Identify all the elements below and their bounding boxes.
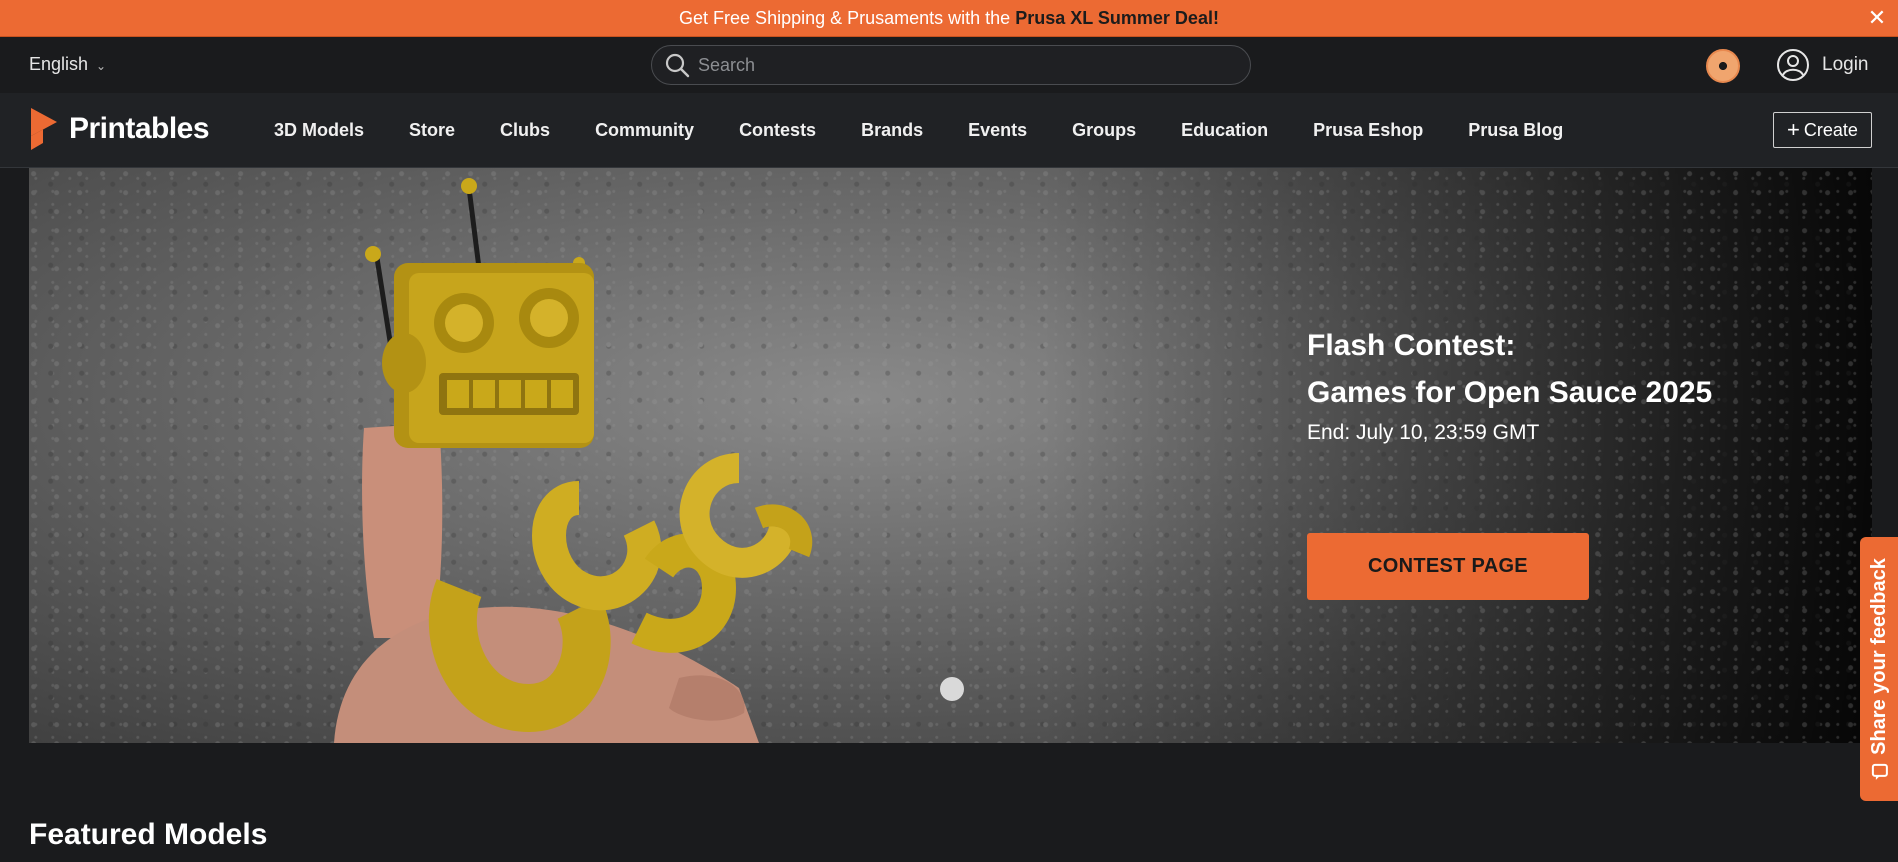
printables-logo-icon <box>31 108 57 150</box>
main-navbar: Printables 3D Models Store Clubs Communi… <box>0 93 1898 168</box>
plus-icon: + <box>1787 117 1800 142</box>
feedback-label: Share your feedback <box>1867 557 1890 755</box>
brand-name: Printables <box>69 112 210 145</box>
nav-item-prusa-blog[interactable]: Prusa Blog <box>1468 120 1563 141</box>
user-badge-icon[interactable] <box>1706 49 1740 83</box>
search-icon <box>665 53 690 78</box>
contest-page-button[interactable]: CONTEST PAGE <box>1307 533 1589 600</box>
nav-item-groups[interactable]: Groups <box>1072 120 1136 141</box>
top-bar: English ⌄ Login <box>0 37 1898 93</box>
hero-image <box>334 178 813 743</box>
featured-models-heading: Featured Models <box>29 818 268 851</box>
nav-item-prusa-eshop[interactable]: Prusa Eshop <box>1313 120 1423 141</box>
create-label: Create <box>1803 119 1858 140</box>
nav-menu: 3D Models Store Clubs Community Contests… <box>274 93 1563 168</box>
carousel-dot[interactable] <box>940 677 964 701</box>
printables-logo[interactable]: Printables <box>29 106 210 152</box>
nav-item-store[interactable]: Store <box>409 120 455 141</box>
nav-item-clubs[interactable]: Clubs <box>500 120 550 141</box>
chevron-down-icon: ⌄ <box>96 58 107 73</box>
promo-banner: Get Free Shipping & Prusaments with the … <box>0 0 1898 37</box>
promo-link[interactable]: Prusa XL Summer Deal! <box>1015 8 1219 29</box>
create-button[interactable]: + Create <box>1773 112 1872 148</box>
nav-item-3d-models[interactable]: 3D Models <box>274 120 364 141</box>
close-icon[interactable]: ✕ <box>1866 5 1888 30</box>
feedback-tab[interactable]: Share your feedback <box>1860 537 1898 801</box>
nav-item-education[interactable]: Education <box>1181 120 1268 141</box>
language-label: English <box>29 54 89 74</box>
login-button[interactable]: Login <box>1776 46 1869 84</box>
nav-item-community[interactable]: Community <box>595 120 694 141</box>
hero-text-block: Flash Contest: Games for Open Sauce 2025… <box>1307 328 1727 445</box>
user-icon <box>1777 49 1809 81</box>
nav-item-contests[interactable]: Contests <box>739 120 816 141</box>
hero-end-date: End: July 10, 23:59 GMT <box>1307 421 1540 444</box>
nav-item-events[interactable]: Events <box>968 120 1027 141</box>
hero-banner[interactable]: Flash Contest: Games for Open Sauce 2025… <box>29 168 1872 743</box>
hero-title: Games for Open Sauce 2025 <box>1307 376 1713 409</box>
language-selector[interactable]: English ⌄ <box>29 54 106 75</box>
search-input[interactable] <box>698 54 1238 76</box>
login-label: Login <box>1822 54 1869 75</box>
search-bar[interactable] <box>651 45 1251 85</box>
nav-item-brands[interactable]: Brands <box>861 120 923 141</box>
hero-kicker: Flash Contest: <box>1307 329 1516 362</box>
feedback-icon <box>1871 763 1887 780</box>
promo-text: Get Free Shipping & Prusaments with the <box>679 7 1011 28</box>
